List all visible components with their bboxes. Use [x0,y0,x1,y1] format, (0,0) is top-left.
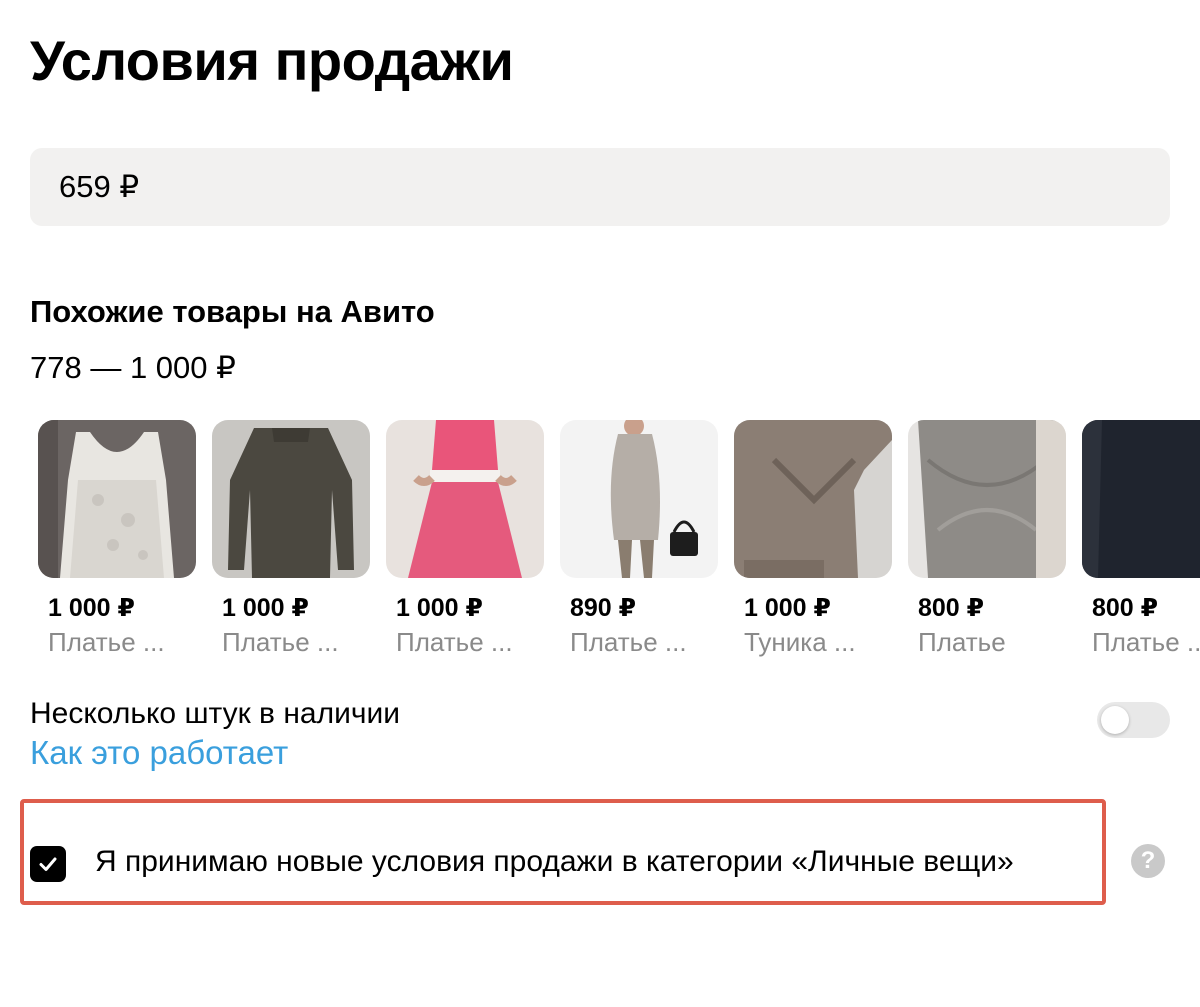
similar-item-price: 1 000 ₽ [48,594,135,622]
similar-item-name: Платье ... [570,627,687,657]
similar-items-carousel[interactable]: 1 000 ₽ Платье ... 1 000 ₽ Платье ... 1 … [38,420,1200,670]
price-input[interactable] [30,148,1170,226]
page-title: Условия продажи [30,29,514,92]
similar-item-name: Платье ... [48,627,165,657]
product-photo [734,420,892,578]
similar-item-name: Платье [918,627,1006,657]
similar-item-name: Платье ... [396,627,513,657]
checkmark-icon [39,857,57,871]
similar-item-name: Платье ... [1092,627,1200,657]
similar-item-price: 800 ₽ [1092,594,1159,622]
similar-item-name: Туника ... [744,627,856,657]
similar-price-range: 778 — 1 000 ₽ [30,350,236,385]
product-photo [1082,420,1200,578]
similar-item-name: Платье ... [222,627,339,657]
accept-terms-label: Я принимаю новые условия продажи в катег… [95,845,1014,878]
product-photo [386,420,544,578]
product-photo [212,420,370,578]
product-photo [38,420,196,578]
accept-terms-checkbox[interactable] [30,846,66,882]
similar-item-price: 1 000 ₽ [222,594,309,622]
multiple-in-stock-label: Несколько штук в наличии [30,697,400,730]
question-icon[interactable]: ? [1131,844,1165,878]
similar-item-price: 1 000 ₽ [744,594,831,622]
toggle-knob [1101,706,1129,734]
similar-item-price: 890 ₽ [570,594,637,622]
similar-item-price: 1 000 ₽ [396,594,483,622]
how-it-works-link[interactable]: Как это работает [30,734,288,772]
product-photo [560,420,718,578]
similar-item-price: 800 ₽ [918,594,985,622]
multiple-in-stock-toggle[interactable] [1097,702,1170,738]
similar-items-title: Похожие товары на Авито [30,294,435,329]
product-photo [908,420,1066,578]
